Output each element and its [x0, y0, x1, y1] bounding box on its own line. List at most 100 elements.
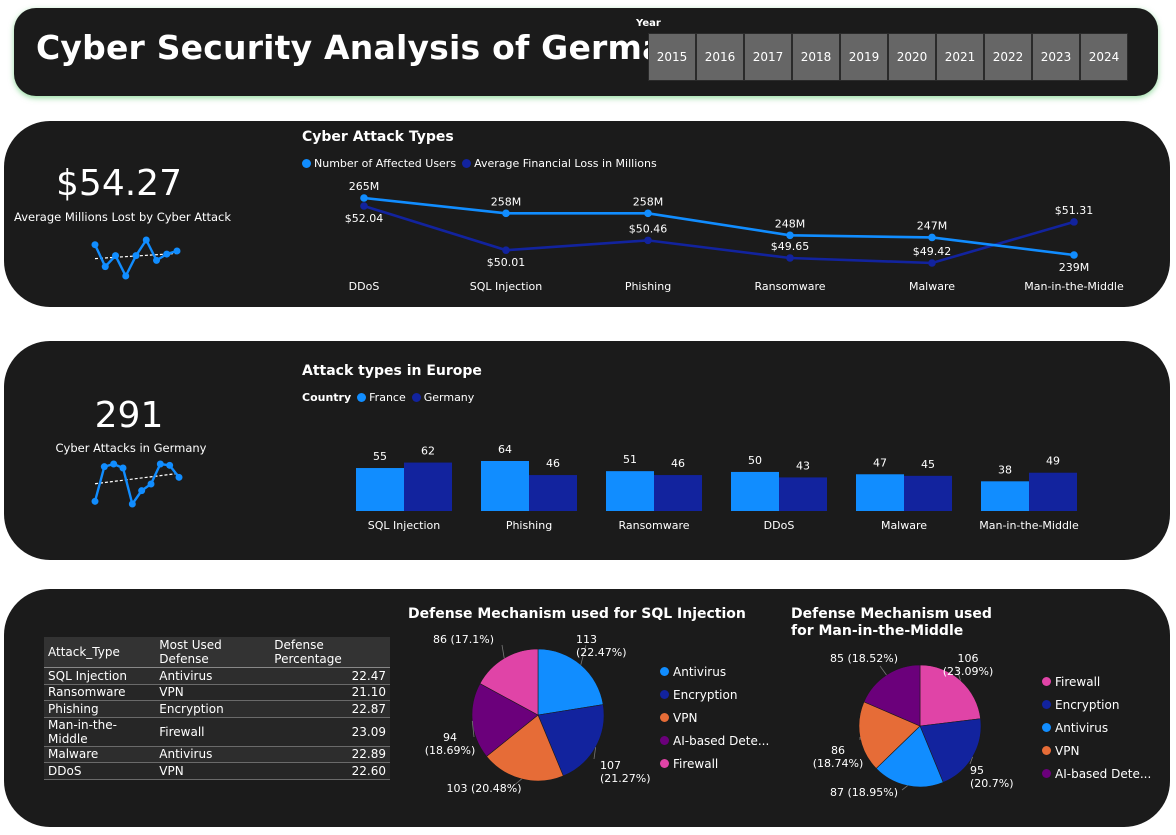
bar-germany[interactable] — [1029, 472, 1077, 511]
table-cell: Phishing — [44, 700, 156, 718]
table-row[interactable]: Man-in-the-Middle Firewall 23.09 — [44, 717, 390, 747]
column-header[interactable]: Defense Percentage — [270, 637, 390, 668]
bar-data-label: 46 — [671, 457, 685, 470]
legend-item[interactable]: Firewall — [660, 752, 769, 775]
legend-item[interactable]: VPN — [1042, 739, 1151, 762]
bar-data-label: 47 — [873, 456, 887, 469]
affected-users-point[interactable] — [360, 194, 368, 202]
financial-loss-point[interactable] — [786, 254, 794, 262]
table-row[interactable]: DDoS VPN 22.60 — [44, 762, 390, 780]
sparkline-point[interactable] — [173, 247, 181, 255]
legend-label: Firewall — [673, 756, 719, 771]
legend-item[interactable]: Encryption — [660, 683, 769, 706]
mitm-pie-chart: 106(23.09%) 95(20.7%) 87 (18.95%) 86(18.74%… — [813, 652, 1014, 799]
table-cell: Firewall — [155, 717, 271, 747]
year-button-2023[interactable]: 2023 — [1032, 33, 1080, 81]
year-button-2015[interactable]: 2015 — [648, 33, 696, 81]
bar-germany[interactable] — [404, 462, 452, 511]
europe-chart-title: Attack types in Europe — [302, 363, 482, 379]
year-button-2018[interactable]: 2018 — [792, 33, 840, 81]
header-panel: Cyber Security Analysis of Germany Year … — [14, 8, 1158, 96]
sparkline-point[interactable] — [100, 463, 108, 471]
legend-financial-loss[interactable]: Average Financial Loss in Millions — [462, 157, 657, 170]
legend-item[interactable]: AI-based Dete... — [660, 729, 769, 752]
legend-france[interactable]: France — [357, 391, 406, 404]
bar-france[interactable] — [731, 471, 779, 511]
bar-france[interactable] — [481, 461, 529, 511]
sparkline-point[interactable] — [101, 263, 109, 271]
affected-users-point[interactable] — [928, 233, 936, 242]
table-cell: 22.89 — [270, 746, 390, 763]
pie-data-label: 86 (17.1%) — [433, 633, 494, 646]
sparkline-point[interactable] — [153, 256, 160, 264]
legend-item[interactable]: Antivirus — [1042, 716, 1151, 739]
bar-france[interactable] — [606, 471, 654, 511]
legend-item[interactable]: Encryption — [1042, 693, 1151, 716]
sparkline-point[interactable] — [110, 460, 118, 468]
financial-loss-point[interactable] — [502, 246, 510, 254]
table-row[interactable]: Ransomware VPN 21.10 — [44, 684, 390, 701]
legend-dot — [660, 713, 669, 722]
sparkline-point[interactable] — [138, 487, 146, 495]
year-button-2024[interactable]: 2024 — [1080, 33, 1128, 81]
sparkline-point[interactable] — [132, 252, 140, 260]
affected-users-point[interactable] — [502, 209, 510, 218]
bar-france[interactable] — [856, 474, 904, 511]
affected-users-point[interactable] — [786, 231, 794, 240]
column-header[interactable]: Most Used Defense — [155, 637, 271, 668]
sparkline-point[interactable] — [166, 461, 174, 469]
sql-pie-title: Defense Mechanism used for SQL Injection — [408, 606, 746, 622]
bar-france[interactable] — [981, 481, 1029, 511]
legend-germany[interactable]: Germany — [411, 391, 474, 404]
legend-item[interactable]: Antivirus — [660, 660, 769, 683]
pie-data-label: 107 — [600, 759, 621, 772]
sparkline-point[interactable] — [112, 252, 119, 260]
legend-item[interactable]: AI-based Dete... — [1042, 762, 1151, 785]
sparkline-point[interactable] — [91, 497, 99, 505]
x-axis-label: Phishing — [625, 280, 671, 293]
pie-data-label: 87 (18.95%) — [830, 786, 898, 799]
column-header[interactable]: Attack_Type — [44, 637, 156, 668]
financial-loss-point[interactable] — [360, 202, 368, 210]
affected-users-point[interactable] — [644, 209, 652, 218]
year-button-2021[interactable]: 2021 — [936, 33, 984, 81]
sparkline-point[interactable] — [122, 272, 130, 280]
bar-data-label: 38 — [998, 463, 1012, 476]
sparkline-point[interactable] — [91, 241, 99, 249]
sparkline-point[interactable] — [147, 480, 155, 488]
legend-item[interactable]: Firewall — [1042, 670, 1151, 693]
x-axis-label: Malware — [909, 280, 955, 293]
defense-table: Attack_Type Most Used Defense Defense Perc… — [44, 637, 390, 780]
table-row[interactable]: Malware Antivirus 22.89 — [44, 746, 390, 763]
legend-item[interactable]: VPN — [660, 706, 769, 729]
x-axis-label: SQL Injection — [470, 280, 542, 293]
year-button-2016[interactable]: 2016 — [696, 33, 744, 81]
sparkline-point[interactable] — [175, 473, 183, 481]
year-slicer-label: Year — [636, 18, 661, 29]
bar-france[interactable] — [356, 468, 404, 511]
bar-germany[interactable] — [779, 477, 827, 511]
legend-label: VPN — [1055, 743, 1080, 758]
bar-germany[interactable] — [904, 475, 952, 511]
sparkline-point[interactable] — [156, 460, 164, 468]
sparkline-point[interactable] — [142, 236, 150, 244]
attack-types-panel: $54.27 Average Millions Lost by Cyber At… — [4, 121, 1170, 307]
sparkline-point[interactable] — [128, 500, 136, 508]
year-button-2017[interactable]: 2017 — [744, 33, 792, 81]
financial-loss-point[interactable] — [928, 259, 936, 267]
table-cell: 22.87 — [270, 700, 390, 718]
legend-affected-users[interactable]: Number of Affected Users — [302, 157, 456, 170]
year-button-2020[interactable]: 2020 — [888, 33, 936, 81]
bar-germany[interactable] — [529, 475, 577, 511]
table-row[interactable]: SQL Injection Antivirus 22.47 — [44, 667, 390, 685]
affected-users-data-label: 248M — [775, 217, 806, 230]
financial-loss-point[interactable] — [1070, 218, 1078, 226]
table-row[interactable]: Phishing Encryption 22.87 — [44, 700, 390, 718]
sparkline-point[interactable] — [119, 464, 127, 472]
bar-germany[interactable] — [654, 475, 702, 511]
year-button-2019[interactable]: 2019 — [840, 33, 888, 81]
financial-loss-point[interactable] — [644, 236, 652, 245]
affected-users-point[interactable] — [1070, 251, 1078, 259]
sparkline-point[interactable] — [163, 250, 171, 258]
year-button-2022[interactable]: 2022 — [984, 33, 1032, 81]
